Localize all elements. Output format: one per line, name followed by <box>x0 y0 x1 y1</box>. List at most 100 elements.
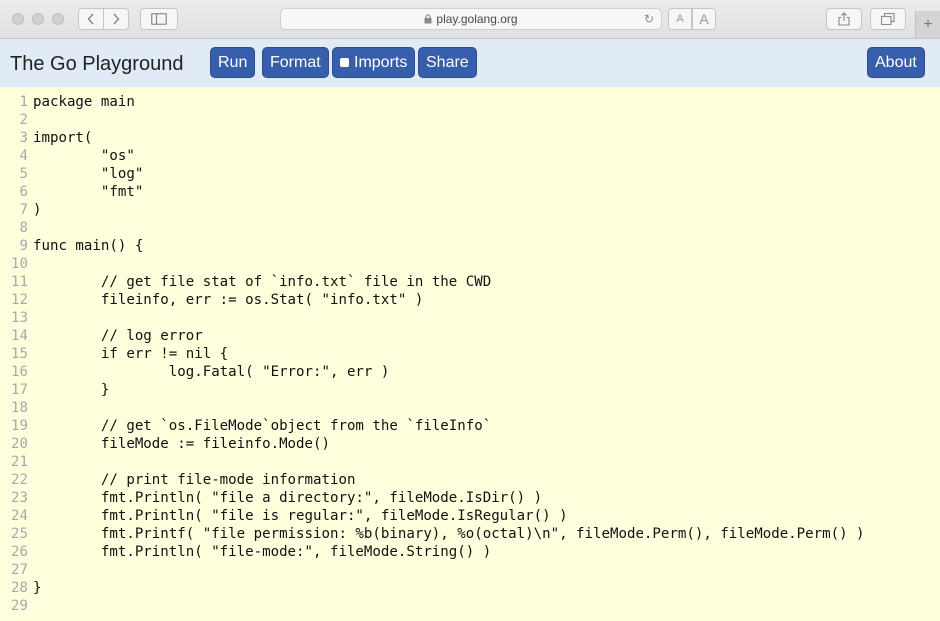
code-line[interactable]: 25 fmt.Printf( "file permission: %b(bina… <box>0 525 865 543</box>
line-text[interactable]: fmt.Println( "file a directory:", fileMo… <box>28 489 542 507</box>
code-line[interactable]: 24 fmt.Println( "file is regular:", file… <box>0 507 568 525</box>
line-number: 17 <box>11 382 28 398</box>
sidebar-toggle-button[interactable] <box>140 8 178 30</box>
code-line[interactable]: 12 fileinfo, err := os.Stat( "info.txt" … <box>0 291 423 309</box>
line-number: 15 <box>11 346 28 362</box>
share-button[interactable]: Share <box>418 47 477 78</box>
code-line[interactable]: 18 <box>0 399 33 417</box>
line-text[interactable]: "log" <box>28 165 143 183</box>
line-text[interactable]: fileinfo, err := os.Stat( "info.txt" ) <box>28 291 423 309</box>
line-number: 13 <box>11 310 28 326</box>
share-page-button[interactable] <box>826 8 862 30</box>
code-line[interactable]: 1 package main <box>0 93 135 111</box>
code-line[interactable]: 22 // print file-mode information <box>0 471 355 489</box>
line-number: 1 <box>19 94 29 110</box>
code-line[interactable]: 14 // log error <box>0 327 203 345</box>
code-line[interactable]: 11 // get file stat of `info.txt` file i… <box>0 273 491 291</box>
line-text[interactable]: fmt.Println( "file is regular:", fileMod… <box>28 507 568 525</box>
code-line[interactable]: 4 "os" <box>0 147 135 165</box>
run-label: Run <box>218 53 248 71</box>
code-line[interactable]: 3 import( <box>0 129 93 147</box>
code-line[interactable]: 20 fileMode := fileinfo.Mode() <box>0 435 330 453</box>
line-number: 22 <box>11 472 28 488</box>
line-number: 24 <box>11 508 28 524</box>
line-number: 23 <box>11 490 28 506</box>
line-text[interactable]: fmt.Printf( "file permission: %b(binary)… <box>28 525 865 543</box>
line-number: 25 <box>11 526 28 542</box>
increase-text-button[interactable]: A <box>692 8 716 30</box>
code-line[interactable]: 7) <box>0 201 42 219</box>
back-button[interactable] <box>78 8 104 30</box>
line-number: 4 <box>19 148 29 164</box>
code-line[interactable]: 21 <box>0 453 33 471</box>
url-text: play.golang.org <box>436 12 518 26</box>
close-window-button[interactable] <box>12 13 24 25</box>
minimize-window-button[interactable] <box>32 13 44 25</box>
line-text[interactable]: // get file stat of `info.txt` file in t… <box>28 273 491 291</box>
line-number: 2 <box>19 112 29 128</box>
line-text[interactable]: "os" <box>28 147 135 165</box>
line-number: 19 <box>11 418 28 434</box>
line-text[interactable]: ) <box>28 201 42 219</box>
code-line[interactable]: 10 <box>0 255 33 273</box>
run-button[interactable]: Run <box>210 47 256 78</box>
line-number: 3 <box>19 130 29 146</box>
code-line[interactable]: 28} <box>0 579 42 597</box>
code-line[interactable]: 2 <box>0 111 33 129</box>
address-bar[interactable]: play.golang.org ↻ <box>280 8 662 30</box>
line-text[interactable]: // log error <box>28 327 203 345</box>
line-text[interactable]: // print file-mode information <box>28 471 356 489</box>
forward-button[interactable] <box>103 8 129 30</box>
line-number: 21 <box>11 454 28 470</box>
share-label: Share <box>426 53 469 71</box>
imports-checkbox[interactable] <box>340 58 349 67</box>
line-text[interactable]: func main() { <box>28 237 143 255</box>
about-label: About <box>875 53 917 71</box>
code-line[interactable]: 15 if err != nil { <box>0 345 228 363</box>
code-line[interactable]: 29 <box>0 597 33 615</box>
new-tab-button[interactable]: + <box>915 11 940 38</box>
line-text[interactable]: package main <box>28 93 135 111</box>
code-line[interactable]: 5 "log" <box>0 165 144 183</box>
format-label: Format <box>270 53 321 71</box>
decrease-text-button[interactable]: A <box>668 8 692 30</box>
code-line[interactable]: 13 <box>0 309 33 327</box>
line-text[interactable]: import( <box>28 129 92 147</box>
code-line[interactable]: 8 <box>0 219 33 237</box>
zoom-window-button[interactable] <box>52 13 64 25</box>
tab-overview-button[interactable] <box>870 8 906 30</box>
line-text[interactable]: } <box>28 381 110 399</box>
line-text[interactable]: fileMode := fileinfo.Mode() <box>28 435 330 453</box>
line-number: 20 <box>11 436 28 452</box>
chevron-left-icon <box>87 13 94 25</box>
code-editor[interactable]: 1 package main 2 3 import(4 "os" 5 "log" 6 "fm… <box>0 87 940 621</box>
code-line[interactable]: 16 log.Fatal( "Error:", err ) <box>0 363 389 381</box>
line-text[interactable]: } <box>28 579 42 597</box>
browser-toolbar: play.golang.org ↻ A A + <box>0 0 940 39</box>
code-line[interactable]: 9 func main() { <box>0 237 144 255</box>
tabs-icon <box>881 13 895 25</box>
code-line[interactable]: 27 <box>0 561 33 579</box>
line-number: 9 <box>19 238 29 254</box>
line-number: 11 <box>11 274 28 290</box>
imports-label: Imports <box>354 53 408 71</box>
playground-header: The Go Playground Run Format Imports Sha… <box>0 39 940 87</box>
imports-toggle[interactable]: Imports <box>332 47 416 78</box>
line-text[interactable]: // get `os.FileMode`object from the `fil… <box>28 417 491 435</box>
line-text[interactable]: log.Fatal( "Error:", err ) <box>28 363 390 381</box>
format-button[interactable]: Format <box>262 47 329 78</box>
code-line[interactable]: 26 fmt.Println( "file-mode:", fileMode.S… <box>0 543 491 561</box>
line-text[interactable]: if err != nil { <box>28 345 228 363</box>
about-button[interactable]: About <box>867 47 925 78</box>
line-number: 10 <box>11 256 28 272</box>
line-number: 6 <box>19 184 29 200</box>
code-line[interactable]: 19 // get `os.FileMode`object from the `… <box>0 417 491 435</box>
lock-icon <box>424 14 432 24</box>
code-line[interactable]: 17 } <box>0 381 109 399</box>
line-number: 12 <box>11 292 28 308</box>
reload-icon[interactable]: ↻ <box>644 12 654 26</box>
code-line[interactable]: 23 fmt.Println( "file a directory:", fil… <box>0 489 542 507</box>
line-text[interactable]: fmt.Println( "file-mode:", fileMode.Stri… <box>28 543 491 561</box>
code-line[interactable]: 6 "fmt" <box>0 183 144 201</box>
line-text[interactable]: "fmt" <box>28 183 143 201</box>
